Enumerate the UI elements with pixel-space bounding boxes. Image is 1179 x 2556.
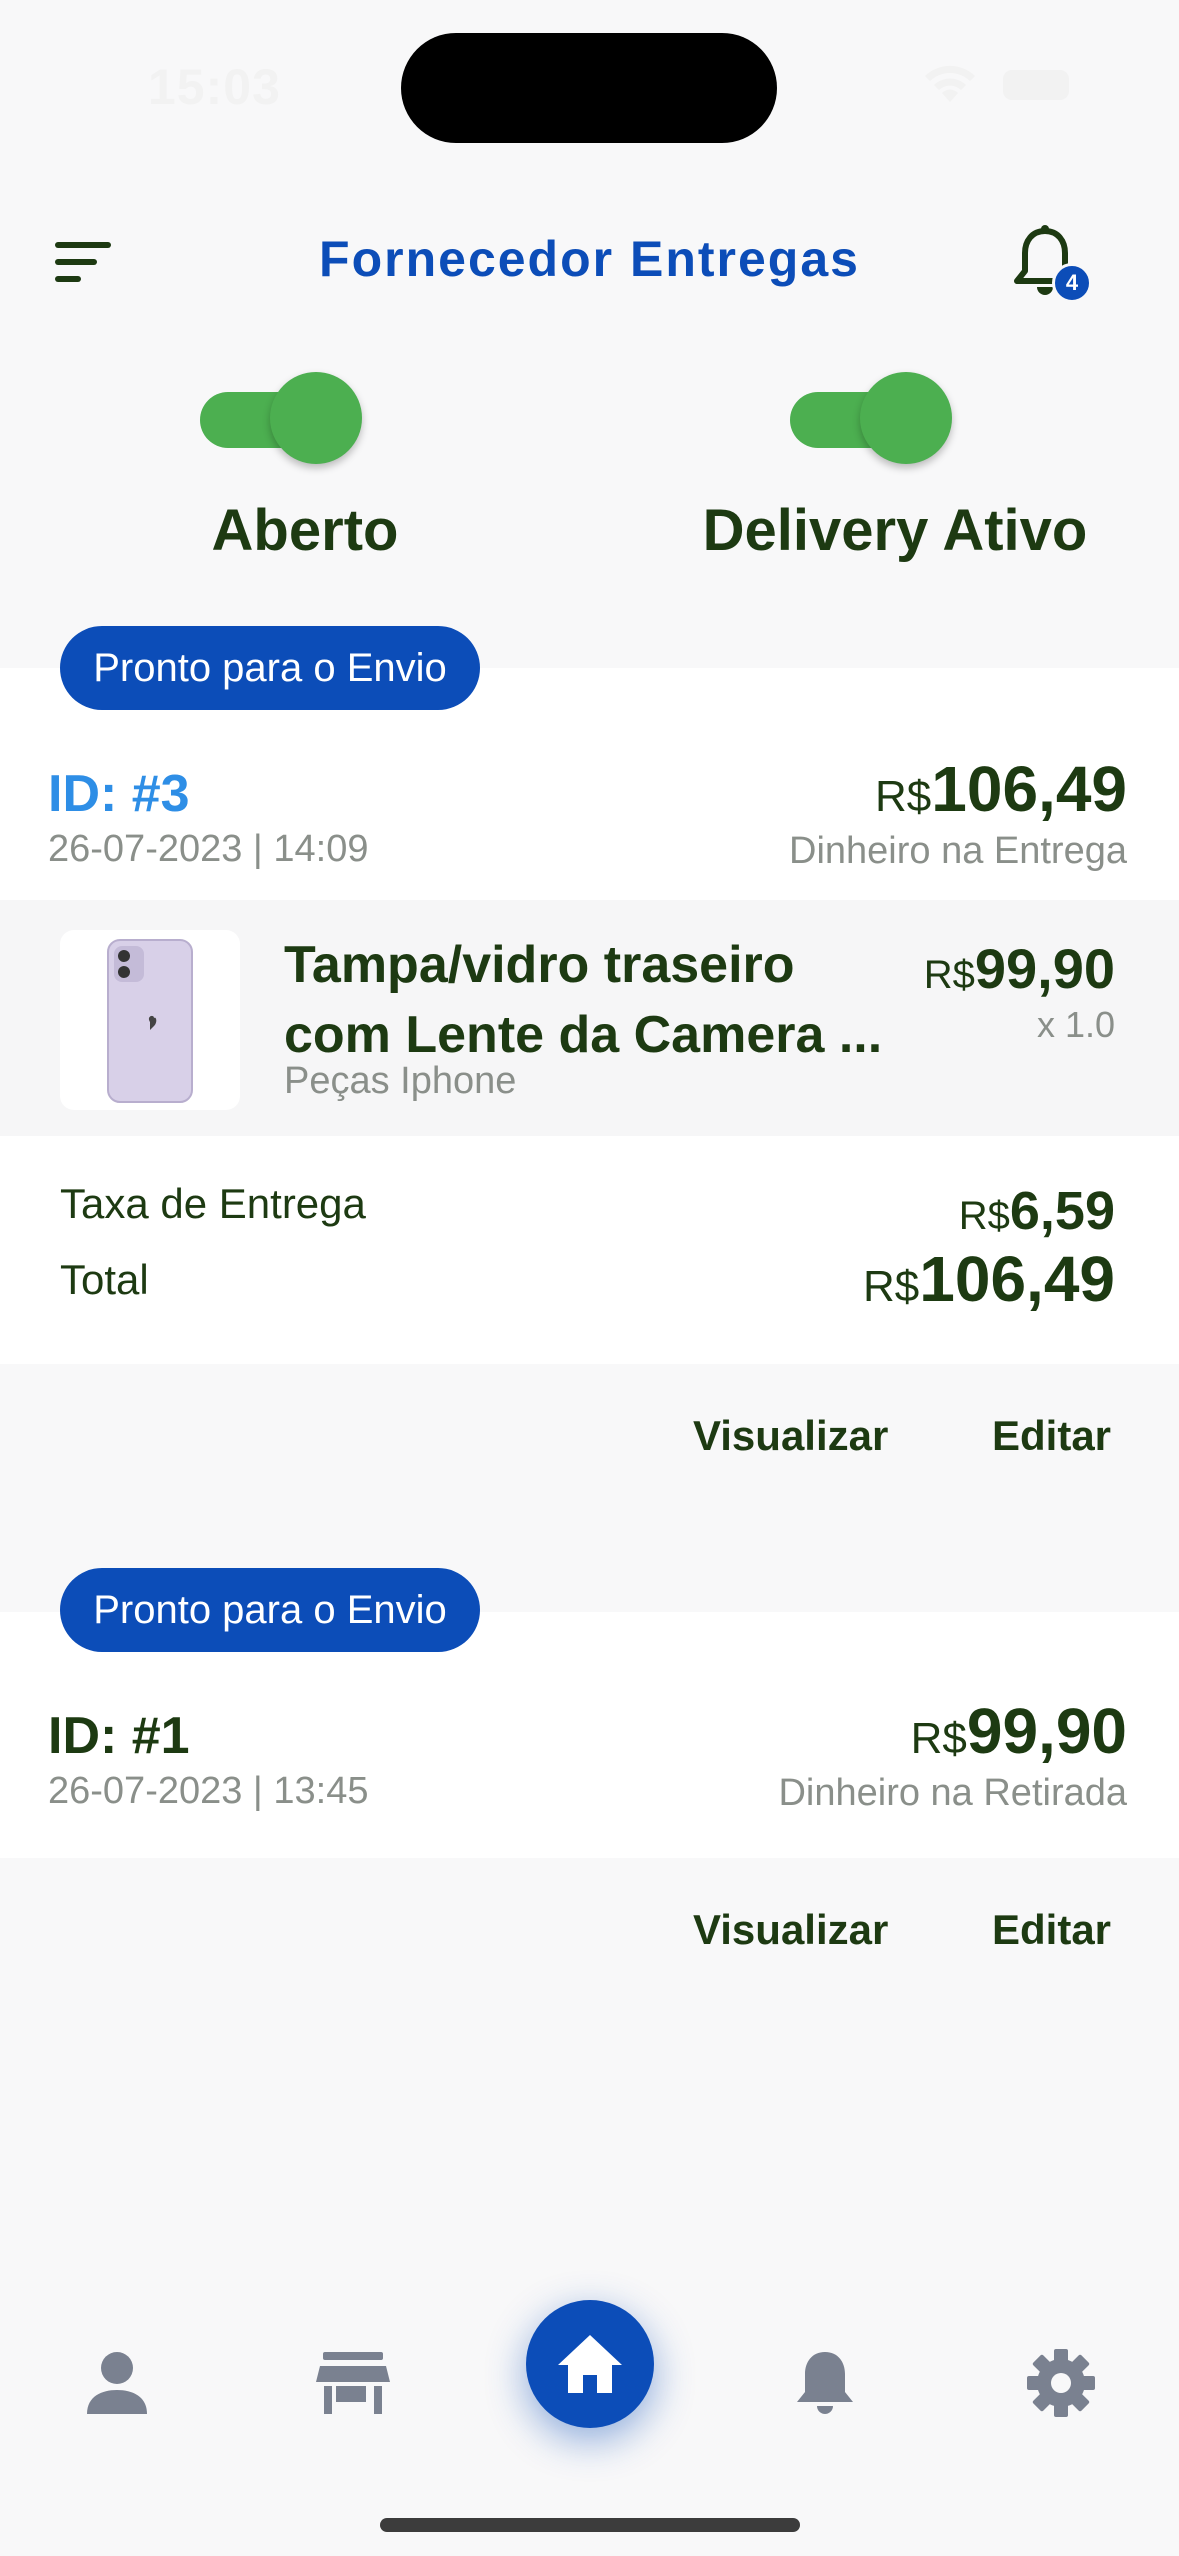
gear-icon[interactable] (1016, 2338, 1106, 2428)
currency-symbol: R$ (923, 953, 975, 997)
toggle-knob (860, 372, 952, 464)
order-date: 26-07-2023 | 14:09 (48, 828, 369, 870)
status-badge[interactable]: Pronto para o Envio (60, 626, 480, 710)
order-id: ID: #1 (48, 1707, 190, 1765)
person-icon[interactable] (72, 2338, 162, 2428)
home-icon (558, 2335, 622, 2393)
dynamic-island (401, 33, 777, 143)
order-total: R$106,49 (875, 752, 1127, 826)
currency-symbol: R$ (958, 1194, 1010, 1238)
notification-badge: 4 (1052, 263, 1092, 303)
product-image (60, 930, 240, 1110)
status-time: 15:03 (148, 59, 281, 115)
summary-total-value: 106,49 (919, 1243, 1115, 1315)
delivery-toggle[interactable] (790, 368, 954, 464)
status-badge[interactable]: Pronto para o Envio (60, 1568, 480, 1652)
delivery-fee-value: 6,59 (1009, 1181, 1115, 1241)
edit-order-button[interactable]: Editar (992, 1906, 1111, 1954)
wifi-icon (925, 65, 975, 102)
open-toggle-label: Aberto (211, 498, 399, 563)
status-bar: 15:03 (0, 0, 1179, 170)
bell-icon[interactable] (780, 2338, 870, 2428)
payment-method: Dinheiro na Entrega (789, 830, 1127, 872)
delivery-fee: R$6,59 (959, 1180, 1115, 1242)
order-id: ID: #3 (48, 765, 190, 823)
home-indicator (380, 2518, 800, 2532)
bottom-nav (0, 2260, 1179, 2556)
page-title: Fornecedor Entregas (319, 231, 860, 287)
item-name-line1: Tampa/vidro traseiro (284, 936, 795, 994)
order-date: 26-07-2023 | 13:45 (48, 1770, 369, 1812)
currency-symbol: R$ (875, 772, 932, 821)
edit-order-button[interactable]: Editar (992, 1412, 1111, 1460)
item-name: Tampa/vidro traseiro com Lente da Camera… (284, 930, 904, 1070)
order-total-value: 99,90 (966, 1695, 1127, 1767)
order-total-value: 106,49 (931, 753, 1127, 825)
item-price-value: 99,90 (974, 937, 1115, 1000)
battery-icon (1003, 70, 1069, 100)
order-total: R$99,90 (911, 1694, 1127, 1768)
notifications-button[interactable]: 4 (1010, 225, 1092, 305)
view-order-button[interactable]: Visualizar (693, 1906, 888, 1954)
toggle-knob (270, 372, 362, 464)
home-button[interactable] (526, 2300, 654, 2428)
currency-symbol: R$ (863, 1262, 920, 1311)
order-item[interactable]: Tampa/vidro traseiro com Lente da Camera… (0, 900, 1179, 1136)
view-order-button[interactable]: Visualizar (693, 1412, 888, 1460)
summary-total: R$106,49 (863, 1242, 1115, 1316)
item-category: Peças Iphone (284, 1060, 517, 1102)
currency-symbol: R$ (910, 1714, 967, 1763)
delivery-toggle-label: Delivery Ativo (702, 498, 1088, 563)
open-toggle[interactable] (200, 368, 364, 464)
item-quantity: x 1.0 (1036, 1004, 1115, 1045)
item-price: R$99,90 (924, 936, 1115, 1001)
payment-method: Dinheiro na Retirada (778, 1772, 1127, 1814)
phone-image (107, 939, 193, 1103)
delivery-fee-label: Taxa de Entrega (60, 1180, 366, 1227)
app-header: Fornecedor Entregas 4 (0, 200, 1179, 330)
store-icon[interactable] (308, 2338, 398, 2428)
total-label: Total (60, 1256, 149, 1303)
